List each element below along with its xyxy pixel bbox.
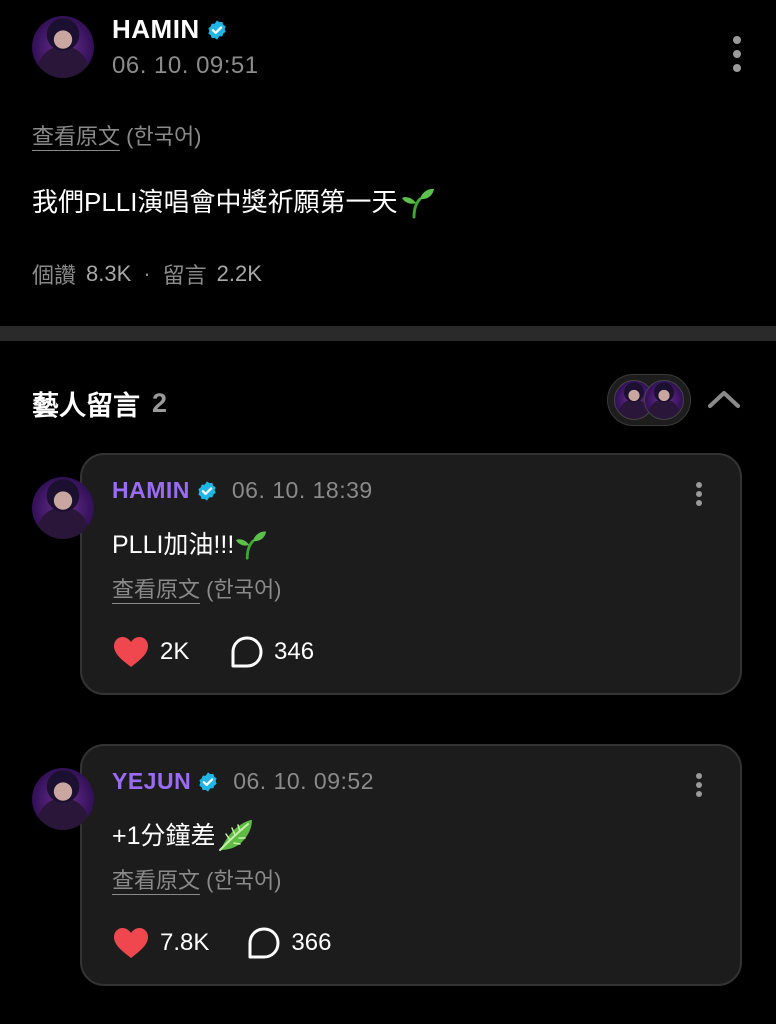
comment-actions: 7.8K 366 — [112, 926, 331, 960]
artist-comments-count: 2 — [152, 388, 168, 418]
comments-count[interactable]: 2.2K — [217, 261, 262, 287]
comment-author-avatar[interactable] — [32, 477, 94, 539]
comment-more-icon[interactable] — [695, 482, 703, 506]
view-original-link[interactable]: 查看原文 — [112, 868, 200, 893]
sprout-icon — [401, 188, 434, 218]
comment-author[interactable]: YEJUN — [112, 768, 191, 795]
avatar — [644, 380, 684, 420]
comment-card: HAMIN 06. 10. 18:39 PLLI加油!!! 查看原文 (한국어)… — [80, 453, 742, 695]
comment-author[interactable]: HAMIN — [112, 477, 190, 504]
view-original-link[interactable]: 查看原文 — [32, 124, 120, 149]
artist-comments-header: 藝人留言 2 — [32, 384, 167, 423]
heart-icon[interactable] — [112, 926, 150, 960]
likes-count[interactable]: 8.3K — [86, 261, 131, 287]
view-original-row: 查看原文 (한국어) — [32, 119, 202, 151]
reply-bubble-icon[interactable] — [247, 926, 281, 960]
artist-avatar-stack[interactable] — [607, 374, 691, 426]
view-original-row: 查看原文 (한국어) — [112, 863, 282, 895]
more-options-icon[interactable] — [731, 36, 743, 72]
likes-label: 個讚 — [32, 263, 77, 288]
chevron-up-icon[interactable] — [706, 386, 742, 412]
author-name[interactable]: HAMIN — [112, 14, 200, 45]
post-author[interactable]: HAMIN — [112, 14, 228, 45]
like-count: 7.8K — [160, 929, 210, 956]
artist-comments-title: 藝人留言 — [32, 391, 140, 421]
verified-badge-icon — [208, 19, 226, 40]
comment-text: +1分鐘差 — [112, 822, 216, 850]
comment-actions: 2K 346 — [112, 635, 314, 669]
comment-timestamp: 06. 10. 18:39 — [231, 477, 373, 503]
post: HAMIN 06. 10. 09:51 查看原文 (한국어) 我們PLLI演唱會… — [0, 0, 776, 326]
heart-icon[interactable] — [112, 635, 150, 669]
comment-timestamp: 06. 10. 09:52 — [233, 768, 374, 794]
sprout-icon — [236, 531, 267, 560]
view-original-link[interactable]: 查看原文 — [112, 577, 200, 602]
author-avatar[interactable] — [32, 16, 94, 78]
comment-more-icon[interactable] — [695, 773, 703, 797]
comment-card: YEJUN 06. 10. 09:52 +1分鐘差 查看原文 (한국어) 7.8… — [80, 744, 742, 986]
post-timestamp: 06. 10. 09:51 — [112, 52, 259, 79]
view-original-row: 查看原文 (한국어) — [112, 572, 282, 604]
original-language: (한국어) — [206, 577, 282, 602]
verified-badge-icon — [199, 771, 217, 792]
post-body: 我們PLLI演唱會中獎祈願第一天 — [32, 182, 436, 219]
original-language: (한국어) — [206, 868, 282, 893]
comment-text: PLLI加油!!! — [112, 531, 235, 559]
comment-header: HAMIN 06. 10. 18:39 — [112, 477, 373, 504]
original-language: (한국어) — [126, 124, 202, 149]
verified-badge-icon — [198, 480, 216, 501]
reply-count: 346 — [274, 638, 315, 665]
comment-body: PLLI加油!!! — [112, 525, 268, 561]
reply-bubble-icon[interactable] — [230, 635, 264, 669]
section-divider — [0, 326, 776, 341]
post-text: 我們PLLI演唱會中獎祈願第一天 — [32, 187, 398, 217]
comment-header: YEJUN 06. 10. 09:52 — [112, 768, 374, 795]
like-count: 2K — [160, 638, 190, 665]
leafy-green-icon — [218, 820, 252, 851]
comment-body: +1分鐘差 — [112, 816, 254, 852]
reply-count: 366 — [291, 929, 332, 956]
comments-label: 留言 — [162, 263, 207, 288]
stats-separator: · — [143, 261, 151, 286]
post-stats: 個讚 8.3K · 留言 2.2K — [32, 258, 262, 290]
comment-author-avatar[interactable] — [32, 768, 94, 830]
